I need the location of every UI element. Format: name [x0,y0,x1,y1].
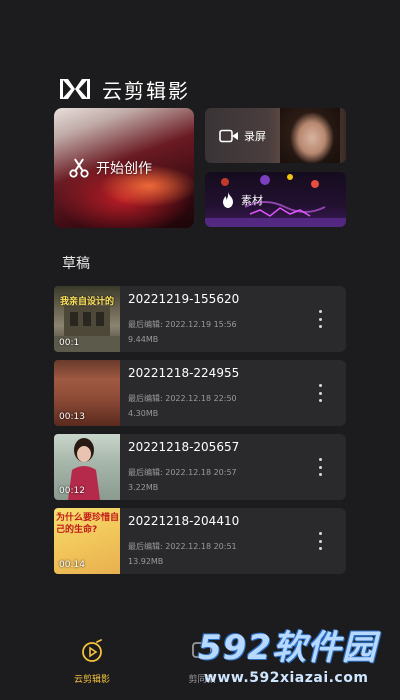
nav-home-label: 云剪辑影 [73,675,110,685]
app-logo-icon [60,79,90,99]
watermark-url: www.592xiazai.com [204,670,369,686]
nav-home[interactable]: 云剪辑影 [62,638,122,685]
app-header: 云剪辑影 [60,74,190,104]
draft-thumbnail: 00:12 [54,434,120,500]
draft-duration: 00:13 [59,412,85,422]
draft-size: 9.44MB [128,334,159,344]
record-card-image [280,108,340,163]
flame-icon [223,191,233,208]
drafts-section-title: 草稿 [62,256,90,272]
material-card[interactable]: 素材 [205,172,346,227]
app-title: 云剪辑影 [102,78,190,103]
more-vertical-icon[interactable] [314,310,326,328]
draft-size: 3.22MB [128,482,159,492]
more-vertical-icon[interactable] [314,458,326,476]
draft-thumbnail: 我亲自设计的 00:1 [54,286,120,352]
draft-duration: 00:14 [59,560,85,570]
watermark-main: 592软件园 [198,628,377,668]
draft-item[interactable]: 00:12 20221218-205657 最后编辑: 2022.12.18 2… [54,434,346,500]
draft-thumbnail: 为什么要珍惜自己的生命? 00:14 [54,508,120,574]
watermark: 592软件园 www.592xiazai.com [198,628,398,698]
draft-item[interactable]: 00:13 20221218-224955 最后编辑: 2022.12.18 2… [54,360,346,426]
screen-record-card[interactable]: 录屏 [205,108,346,163]
draft-duration: 00:12 [59,486,85,496]
screen-record-label: 录屏 [244,129,266,143]
home-icon [82,639,102,662]
draft-item[interactable]: 我亲自设计的 00:1 20221219-155620 最后编辑: 2022.1… [54,286,346,352]
draft-thumbnail: 00:13 [54,360,120,426]
material-label: 素材 [241,193,263,207]
draft-size: 13.92MB [128,556,164,566]
draft-name: 20221218-224955 [128,365,240,380]
draft-name: 20221219-155620 [128,291,240,306]
draft-duration: 00:1 [59,338,80,348]
draft-name: 20221218-204410 [128,513,240,528]
draft-item[interactable]: 为什么要珍惜自己的生命? 00:14 20221218-204410 最后编辑:… [54,508,346,574]
more-vertical-icon[interactable] [314,384,326,402]
thumbnail-caption: 我亲自设计的 [59,297,114,307]
video-camera-icon [219,129,238,142]
draft-size: 4.30MB [128,408,159,418]
start-create-label: 开始创作 [96,161,152,177]
draft-name: 20221218-205657 [128,439,240,454]
scissors-icon [69,158,89,178]
thumbnail-caption: 为什么要珍惜自己的生命? [56,513,120,535]
start-create-card[interactable]: 开始创作 [54,108,194,228]
draft-list: 我亲自设计的 00:1 20221219-155620 最后编辑: 2022.1… [54,286,346,582]
more-vertical-icon[interactable] [314,532,326,550]
